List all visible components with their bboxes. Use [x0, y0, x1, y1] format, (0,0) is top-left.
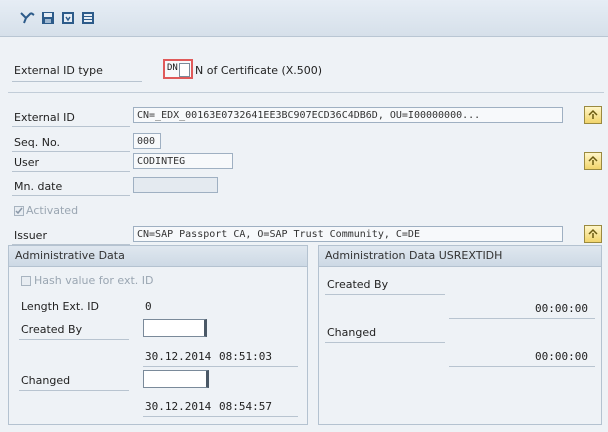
- label-underline: [12, 171, 130, 172]
- created-time: 08:51:03: [219, 350, 272, 363]
- label-underline: [19, 339, 129, 340]
- issuer-label: Issuer: [14, 229, 47, 242]
- right-changed-label: Changed: [327, 326, 377, 339]
- user-label: User: [14, 156, 40, 169]
- hash-value-label: Hash value for ext. ID: [34, 274, 154, 287]
- administration-data-usrextidh-title: Administration Data USREXTIDH: [319, 246, 601, 267]
- value-help-icon: [588, 228, 598, 238]
- value-help-icon: [588, 109, 598, 119]
- value-underline: [143, 416, 298, 417]
- value-underline: [449, 366, 595, 367]
- activated-checkbox[interactable]: [14, 206, 24, 216]
- value-help-icon: [588, 155, 598, 165]
- label-underline: [12, 81, 142, 82]
- label-underline: [12, 126, 130, 127]
- changed-time: 08:54:57: [219, 400, 272, 413]
- external-id-field[interactable]: CN=_EDX_00163E0732641EE3BC907ECD36C4DB6D…: [133, 107, 563, 123]
- changed-label: Changed: [21, 374, 71, 387]
- administrative-data-title: Administrative Data: [9, 246, 307, 267]
- checkmark-icon: [15, 207, 23, 215]
- label-underline: [19, 390, 129, 391]
- application-toolbar: [0, 0, 608, 37]
- hash-value-checkbox[interactable]: [21, 276, 31, 286]
- changed-date: 30.12.2014: [145, 400, 212, 413]
- created-date: 30.12.2014: [145, 350, 212, 363]
- value-help-button-issuer[interactable]: [584, 225, 602, 243]
- issuer-field[interactable]: CN=SAP Passport CA, O=SAP Trust Communit…: [133, 226, 563, 242]
- activated-label: Activated: [26, 204, 79, 217]
- save-icon[interactable]: [40, 10, 56, 26]
- value-help-button-external-id[interactable]: [584, 106, 602, 124]
- external-id-type-description: N of Certificate (X.500): [195, 64, 323, 77]
- seq-no-field[interactable]: 000: [133, 133, 161, 149]
- min-date-label: Mn. date: [14, 180, 63, 193]
- external-id-type-code: DN: [167, 63, 178, 73]
- label-underline: [12, 151, 130, 152]
- length-ext-id-label: Length Ext. ID: [21, 300, 99, 313]
- administration-data-usrextidh-panel: Administration Data USREXTIDH Created By…: [318, 245, 602, 425]
- value-underline: [143, 366, 298, 367]
- section-divider: [8, 92, 604, 93]
- right-changed-time: 00:00:00: [535, 350, 588, 363]
- created-by-label: Created By: [21, 323, 83, 336]
- label-underline: [325, 294, 445, 295]
- save-local-icon[interactable]: [60, 10, 76, 26]
- right-created-by-label: Created By: [327, 278, 389, 291]
- value-help-button-user[interactable]: [584, 152, 602, 170]
- external-id-type-label: External ID type: [14, 64, 103, 77]
- value-underline: [449, 318, 595, 319]
- label-underline: [12, 195, 130, 196]
- changed-field[interactable]: [143, 370, 209, 388]
- right-created-time: 00:00:00: [535, 302, 588, 315]
- created-by-field[interactable]: [143, 319, 207, 337]
- user-field[interactable]: CODINTEG: [133, 153, 233, 169]
- glasses-toggle-icon[interactable]: [20, 10, 36, 26]
- select-box-icon: [179, 63, 190, 77]
- label-underline: [325, 342, 445, 343]
- external-id-label: External ID: [14, 111, 75, 124]
- layout-icon[interactable]: [80, 10, 96, 26]
- administrative-data-panel: Administrative Data Hash value for ext. …: [8, 245, 308, 425]
- length-ext-id-value: 0: [145, 300, 152, 313]
- min-date-field[interactable]: [133, 177, 218, 193]
- seq-no-label: Seq. No.: [14, 136, 60, 149]
- external-id-type-select[interactable]: DN: [163, 59, 193, 79]
